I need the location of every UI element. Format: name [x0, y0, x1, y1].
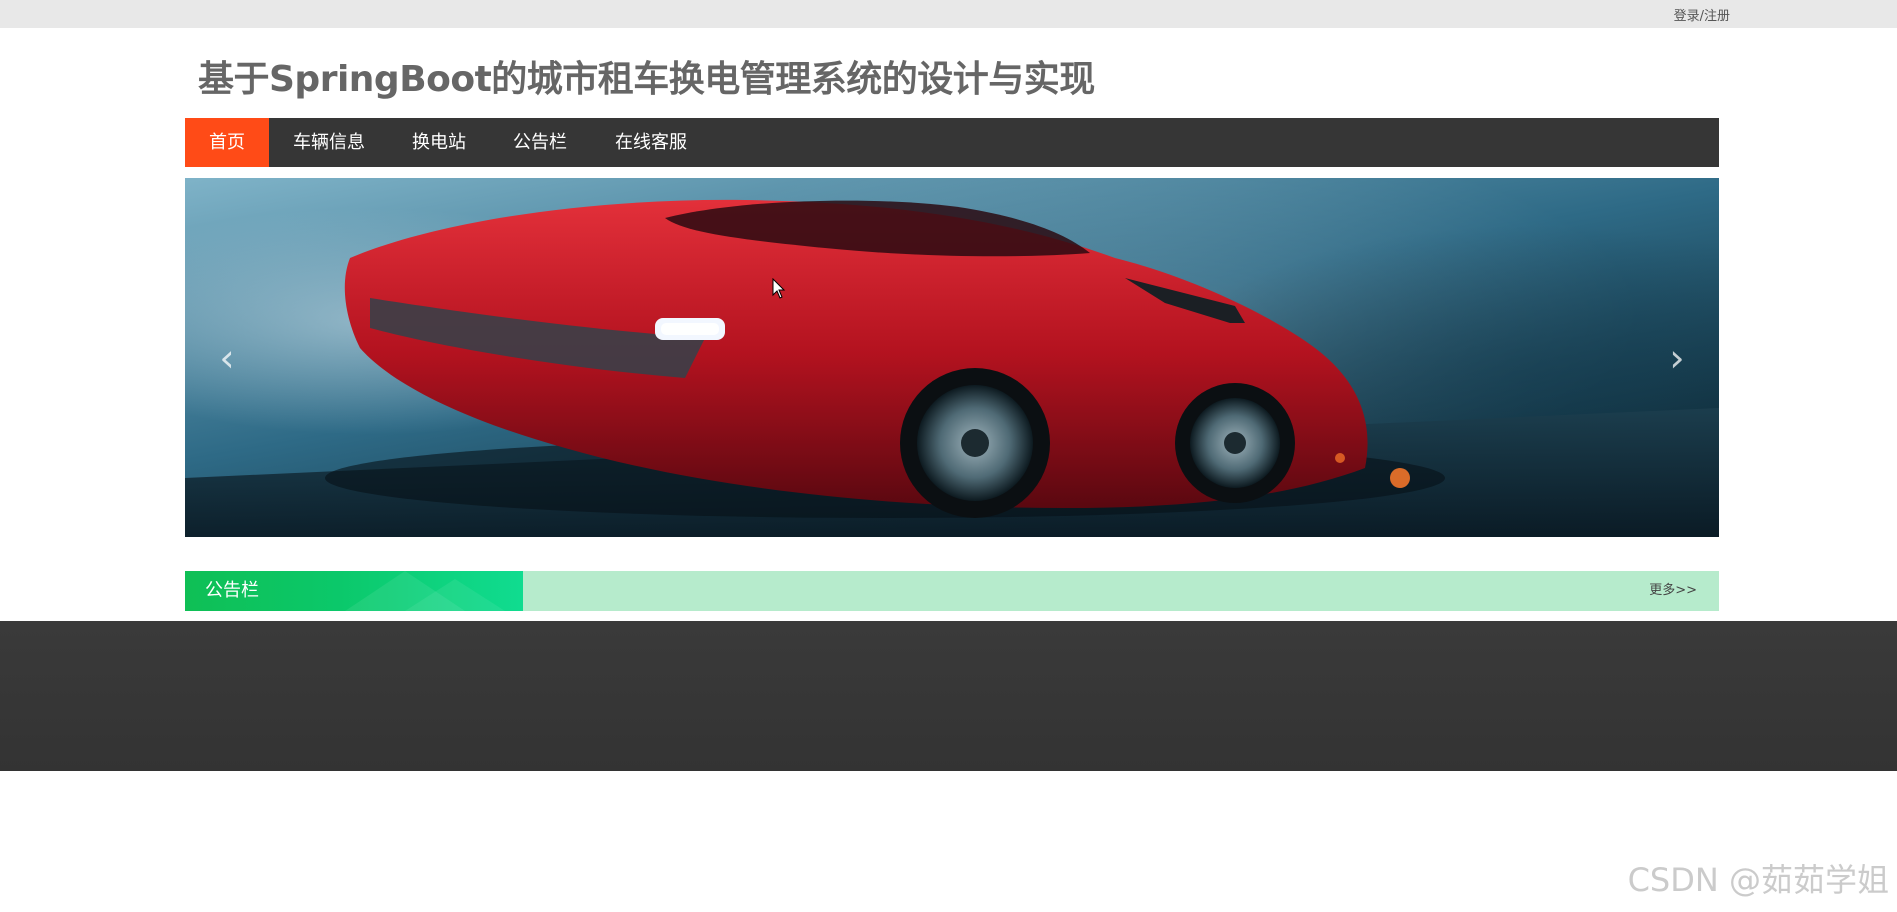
carousel-prev-arrow-icon[interactable]: ‹: [207, 328, 247, 388]
site-title: 基于SpringBoot的城市租车换电管理系统的设计与实现: [198, 59, 1095, 100]
more-link[interactable]: 更多>>: [1649, 571, 1697, 611]
nav-item-notice-board[interactable]: 公告栏: [489, 118, 591, 167]
top-bar: 登录/注册: [0, 0, 1897, 28]
main-nav: 首页 车辆信息 换电站 公告栏 在线客服: [185, 118, 1719, 167]
footer: [0, 621, 1897, 771]
notice-board-bar: 公告栏 更多>>: [185, 571, 1719, 611]
login-register-link[interactable]: 登录/注册: [1630, 5, 1730, 24]
nav-item-home[interactable]: 首页: [185, 118, 269, 167]
nav-item-online-service[interactable]: 在线客服: [591, 118, 711, 167]
carousel-next-arrow-icon[interactable]: ›: [1657, 328, 1697, 388]
nav-item-vehicle-info[interactable]: 车辆信息: [269, 118, 389, 167]
notice-board-title: 公告栏: [205, 580, 259, 601]
notice-board-title-block: 公告栏: [185, 571, 523, 611]
mouse-cursor-icon: [772, 278, 786, 299]
csdn-watermark: CSDN @茹茹学姐: [1627, 861, 1889, 899]
banner-slide[interactable]: [355, 178, 1455, 537]
banner-carousel: ‹ ›: [185, 178, 1719, 537]
decorative-triangles-icon: [345, 571, 505, 611]
nav-item-battery-swap-station[interactable]: 换电站: [389, 118, 489, 167]
